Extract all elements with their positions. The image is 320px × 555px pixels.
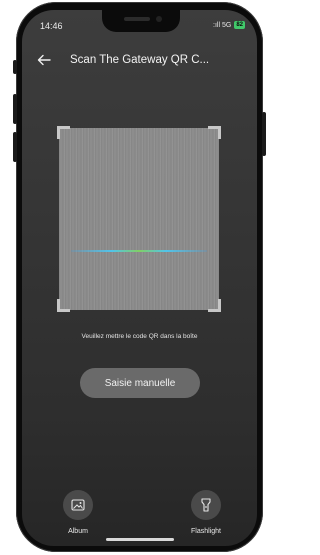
volume-down-button bbox=[13, 132, 17, 162]
qr-scan-frame bbox=[57, 126, 221, 312]
arrow-left-icon[interactable] bbox=[36, 52, 52, 68]
notch bbox=[102, 10, 180, 32]
flashlight-label: Flashlight bbox=[191, 528, 221, 535]
home-indicator[interactable] bbox=[106, 538, 174, 541]
scan-corner-top-right bbox=[208, 126, 221, 139]
volume-up-button bbox=[13, 94, 17, 124]
manual-entry-button[interactable]: Saisie manuelle bbox=[80, 368, 200, 398]
signal-indicator: :ıll 5G bbox=[213, 21, 232, 29]
silent-switch bbox=[13, 60, 17, 74]
scan-corner-bottom-right bbox=[208, 299, 221, 312]
status-indicators: :ıll 5G 82 bbox=[213, 21, 245, 29]
album-button[interactable]: Album bbox=[48, 490, 108, 535]
power-button bbox=[262, 112, 266, 156]
screen: 14:46 :ıll 5G 82 Scan The Gateway QR C..… bbox=[22, 10, 257, 546]
phone-frame: 14:46 :ıll 5G 82 Scan The Gateway QR C..… bbox=[13, 2, 266, 552]
page-title: Scan The Gateway QR C... bbox=[70, 54, 210, 66]
image-icon bbox=[63, 490, 93, 520]
scan-hint-text: Veuillez mettre le code QR dans la boîte bbox=[81, 333, 198, 340]
front-camera bbox=[156, 16, 162, 22]
flashlight-icon bbox=[191, 490, 221, 520]
status-time: 14:46 bbox=[40, 21, 63, 31]
speaker bbox=[124, 17, 150, 21]
scan-corner-bottom-left bbox=[57, 299, 70, 312]
battery-indicator: 82 bbox=[234, 21, 245, 29]
scan-corner-top-left bbox=[57, 126, 70, 139]
scan-line bbox=[71, 250, 207, 252]
flashlight-button[interactable]: Flashlight bbox=[176, 490, 236, 535]
album-label: Album bbox=[68, 528, 88, 535]
